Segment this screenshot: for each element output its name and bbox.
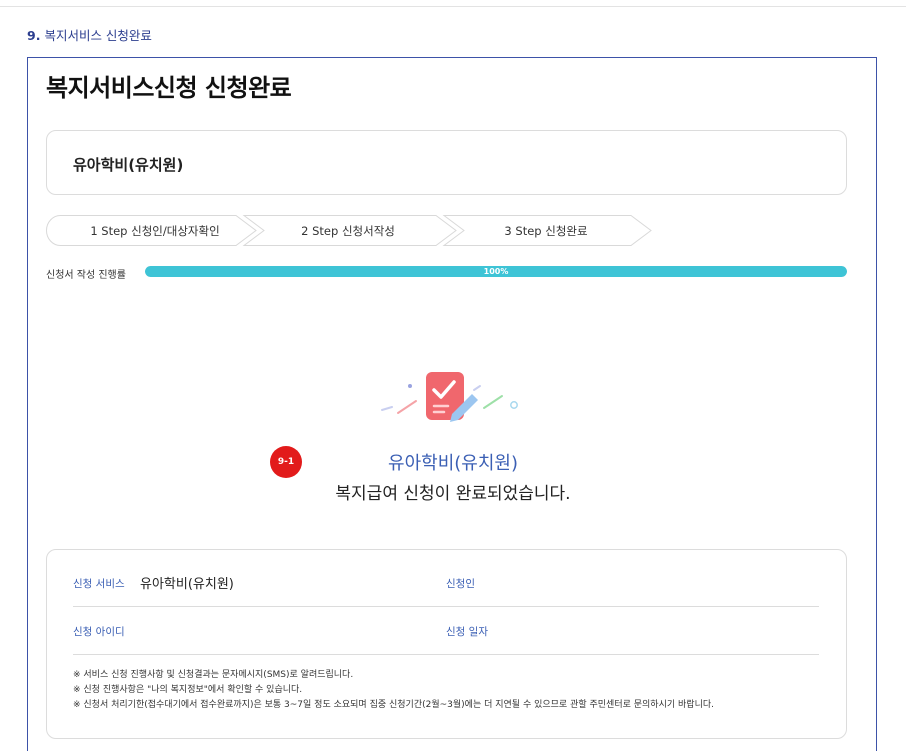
section-title: 복지서비스 신청완료	[44, 28, 152, 43]
summary-divider	[73, 606, 819, 607]
progress-label: 신청서 작성 진행률	[46, 270, 126, 281]
service-name-box: 유아학비(유치원)	[46, 130, 847, 195]
page-title: 복지서비스신청 신청완료	[46, 74, 292, 102]
applicant-label: 신청인	[446, 578, 475, 590]
application-date-label: 신청 일자	[446, 626, 488, 638]
service-name: 유아학비(유치원)	[73, 156, 184, 174]
service-value: 유아학비(유치원)	[140, 577, 234, 592]
service-label: 신청 서비스	[73, 578, 125, 590]
step-2-label: 2 Step 신청서작성	[301, 224, 395, 238]
step-1-label: 1 Step 신청인/대상자확인	[90, 224, 220, 238]
completion-message: 복지급여 신청이 완료되었습니다.	[335, 484, 571, 504]
notice-my-welfare: ※ 신청 진행사항은 "나의 복지정보"에서 확인할 수 있습니다.	[73, 685, 303, 695]
progress-bar: 100%	[145, 266, 847, 277]
screen-frame: 복지서비스신청 신청완료 유아학비(유치원) 1 Step 신청인/대상자확인 …	[27, 57, 877, 751]
user-id-label: 신청 아이디	[73, 626, 125, 638]
completed-service-name: 유아학비(유치원)	[388, 453, 518, 474]
summary-divider	[73, 654, 819, 655]
top-divider	[0, 6, 906, 7]
step-3-label: 3 Step 신청완료	[504, 224, 588, 238]
section-number: 9.	[27, 28, 41, 43]
section-heading: 9. 복지서비스 신청완료	[27, 25, 152, 44]
notice-sms: ※ 서비스 신청 진행사항 및 신청결과는 문자메시지(SMS)로 알려드립니다…	[73, 670, 354, 680]
application-complete-icon	[381, 372, 518, 422]
progress-percent: 100%	[483, 267, 509, 276]
notice-processing-time: ※ 신청서 처리기한(접수대기에서 접수완료까지)은 보통 3~7일 정도 소요…	[73, 700, 714, 710]
step-indicator: 1 Step 신청인/대상자확인 2 Step 신청서작성 3 Step 신청완…	[46, 215, 656, 246]
application-summary: 신청 서비스 유아학비(유치원) 신청인 신청 아이디 신청 일자 ※ 서비스 …	[46, 549, 847, 739]
